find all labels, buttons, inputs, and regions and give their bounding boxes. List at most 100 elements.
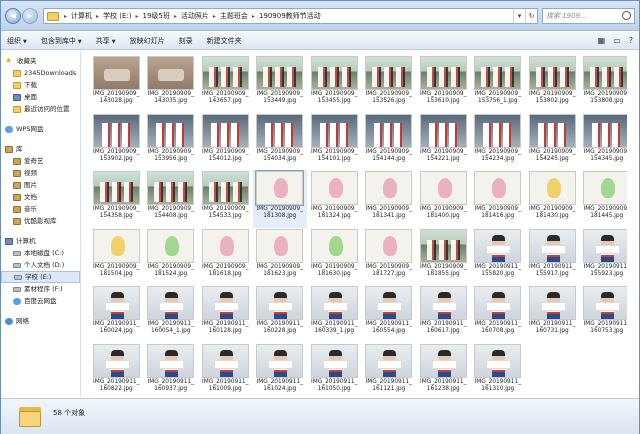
- file-item[interactable]: IMG_20190911_ 155820.jpg: [471, 228, 526, 286]
- chevron-right-icon[interactable]: ▸: [94, 13, 101, 20]
- chevron-right-icon[interactable]: ▸: [211, 13, 218, 20]
- file-item[interactable]: IMG_20190909_ 181400.jpg: [416, 170, 471, 228]
- file-item[interactable]: IMG_20190909_ 143028.jpg: [89, 55, 144, 113]
- file-item[interactable]: IMG_20190909_ 153610.jpg: [416, 55, 471, 113]
- file-item[interactable]: IMG_20190909_ 154034.jpg: [253, 113, 308, 171]
- sidebar-item-drive-f[interactable]: 素材程序 (F:): [1, 283, 80, 295]
- burn-button[interactable]: 刻录: [179, 36, 193, 46]
- file-item[interactable]: IMG_20190911_ 160937.jpg: [144, 343, 199, 398]
- chevron-right-icon[interactable]: ▸: [250, 13, 257, 20]
- file-item[interactable]: IMG_20190911_ 160339_1.jpg: [307, 285, 362, 343]
- file-item[interactable]: IMG_20190911_ 160054_1.jpg: [144, 285, 199, 343]
- file-item[interactable]: IMG_20190909_ 181324.jpg: [307, 170, 362, 228]
- file-item[interactable]: IMG_20190909_ 181445.jpg: [580, 170, 627, 228]
- breadcrumb-current-folder[interactable]: 190909教师节活动: [257, 11, 323, 21]
- file-item[interactable]: IMG_20190909_ 154533.jpg: [198, 170, 253, 228]
- file-item[interactable]: IMG_20190909_ 181618.jpg: [198, 228, 253, 286]
- refresh-icon[interactable]: ↻: [525, 9, 537, 23]
- file-list-area[interactable]: IMG_20190909_ 143028.jpg IMG_20190909_ 1430…: [83, 51, 627, 397]
- file-item[interactable]: IMG_20190909_ 153449.jpg: [253, 55, 308, 113]
- file-item[interactable]: IMG_20190909_ 181430.jpg: [525, 170, 580, 228]
- sidebar-wps-cloud[interactable]: WPS网盘: [1, 123, 80, 135]
- file-item[interactable]: IMG_20190909_ 153802.jpg: [525, 55, 580, 113]
- address-dropdown-icon[interactable]: ▾: [513, 9, 525, 23]
- file-item[interactable]: IMG_20190911_ 160708.jpg: [471, 285, 526, 343]
- file-item[interactable]: IMG_20190911_ 160228.jpg: [253, 285, 308, 343]
- file-item[interactable]: IMG_20190909_ 181416.jpg: [471, 170, 526, 228]
- file-item[interactable]: IMG_20190909_ 154408.jpg: [144, 170, 199, 228]
- file-item[interactable]: IMG_20190909_ 181524.jpg: [144, 228, 199, 286]
- file-item[interactable]: IMG_20190911_ 160753.jpg: [580, 285, 627, 343]
- breadcrumb-class[interactable]: 19级5班: [141, 11, 172, 21]
- file-item[interactable]: IMG_20190909_ 154144.jpg: [362, 113, 417, 171]
- search-input[interactable]: 搜索 1909...: [542, 8, 635, 24]
- file-item[interactable]: IMG_20190909_ 153756_1.jpg: [471, 55, 526, 113]
- organize-button[interactable]: 组织 ▼: [7, 36, 27, 46]
- file-item[interactable]: IMG_20190909_ 154358.jpg: [89, 170, 144, 228]
- sidebar-libraries[interactable]: 库: [1, 143, 80, 155]
- file-item[interactable]: IMG_20190911_ 155923.jpg: [580, 228, 627, 286]
- view-options-icon[interactable]: ▦: [598, 36, 606, 45]
- sidebar-item-videos[interactable]: 视频: [1, 167, 80, 179]
- preview-pane-icon[interactable]: ▭: [613, 36, 621, 45]
- breadcrumb-drive-e[interactable]: 学校 (E:): [101, 11, 133, 21]
- breadcrumb-computer[interactable]: 计算机: [69, 11, 94, 21]
- breadcrumb-photos[interactable]: 活动照片: [179, 11, 211, 21]
- file-item[interactable]: IMG_20190909_ 154234.jpg: [471, 113, 526, 171]
- sidebar-item-drive-d[interactable]: 个人文档 (D:): [1, 259, 80, 271]
- forward-button[interactable]: ▶: [22, 8, 38, 24]
- file-item[interactable]: IMG_20190911_ 161310.jpg: [471, 343, 526, 398]
- sidebar-network[interactable]: 网络: [1, 315, 80, 327]
- file-item[interactable]: IMG_20190909_ 143657.jpg: [198, 55, 253, 113]
- file-item[interactable]: IMG_20190909_ 153956.jpg: [144, 113, 199, 171]
- share-button[interactable]: 共享 ▼: [96, 36, 116, 46]
- file-item[interactable]: IMG_20190911_ 160617.jpg: [416, 285, 471, 343]
- file-item[interactable]: IMG_20190909_ 154245.jpg: [525, 113, 580, 171]
- include-in-library-button[interactable]: 包含到库中 ▼: [41, 36, 82, 46]
- file-item[interactable]: IMG_20190909_ 154101.jpg: [307, 113, 362, 171]
- breadcrumb-class-meeting[interactable]: 主题班会: [218, 11, 250, 21]
- file-item[interactable]: IMG_20190909_ 181341.jpg: [362, 170, 417, 228]
- file-item[interactable]: IMG_20190911_ 160554.jpg: [362, 285, 417, 343]
- sidebar-item-drive-c[interactable]: 本地磁盘 (C:): [1, 247, 80, 259]
- sidebar-item-downloads[interactable]: 下载: [1, 79, 80, 91]
- sidebar-item-iqiyi[interactable]: 爱奇艺: [1, 155, 80, 167]
- file-item[interactable]: IMG_20190909_ 154221.jpg: [416, 113, 471, 171]
- sidebar-item-youku[interactable]: 优酷影视库: [1, 215, 80, 227]
- sidebar-item-baidu-cloud[interactable]: 百度云网盘: [1, 295, 80, 307]
- file-item[interactable]: IMG_20190909_ 154345.jpg: [580, 113, 627, 171]
- file-item[interactable]: IMG_20190909_ 153808.jpg: [580, 55, 627, 113]
- file-item[interactable]: IMG_20190911_ 161050.jpg: [307, 343, 362, 398]
- sidebar-item-music[interactable]: 音乐: [1, 203, 80, 215]
- sidebar-favorites[interactable]: ★ 收藏夹: [1, 55, 80, 67]
- file-item[interactable]: IMG_20190911_ 161024.jpg: [253, 343, 308, 398]
- file-item[interactable]: IMG_20190909_ 181504.jpg: [89, 228, 144, 286]
- file-item[interactable]: IMG_20190911_ 160822.jpg: [89, 343, 144, 398]
- sidebar-item-recent-places[interactable]: 最近访问的位置: [1, 103, 80, 115]
- file-item[interactable]: IMG_20190909_ 181308.jpg: [252, 170, 307, 228]
- file-item[interactable]: IMG_20190911_ 161238.jpg: [416, 343, 471, 398]
- sidebar-item-2345downloads[interactable]: 2345Downloads: [1, 67, 80, 79]
- sidebar-computer[interactable]: 计算机: [1, 235, 80, 247]
- file-item[interactable]: IMG_20190909_ 154012.jpg: [198, 113, 253, 171]
- file-item[interactable]: IMG_20190911_ 160024.jpg: [89, 285, 144, 343]
- file-item[interactable]: IMG_20190909_ 143035.jpg: [144, 55, 199, 113]
- new-folder-button[interactable]: 新建文件夹: [207, 36, 242, 46]
- file-item[interactable]: IMG_20190909_ 181630.jpg: [307, 228, 362, 286]
- search-icon[interactable]: [622, 11, 631, 20]
- file-item[interactable]: IMG_20190911_ 161121.jpg: [362, 343, 417, 398]
- slideshow-button[interactable]: 放映幻灯片: [130, 36, 165, 46]
- back-button[interactable]: ◀: [5, 8, 21, 24]
- chevron-right-icon[interactable]: ▸: [134, 13, 141, 20]
- sidebar-item-pictures[interactable]: 图片: [1, 179, 80, 191]
- sidebar-item-drive-e[interactable]: 学校 (E:): [1, 271, 80, 283]
- file-item[interactable]: IMG_20190911_ 160128.jpg: [198, 285, 253, 343]
- chevron-right-icon[interactable]: ▸: [172, 13, 179, 20]
- sidebar-item-documents[interactable]: 文档: [1, 191, 80, 203]
- file-item[interactable]: IMG_20190909_ 153455.jpg: [307, 55, 362, 113]
- file-item[interactable]: IMG_20190909_ 181623.jpg: [253, 228, 308, 286]
- file-item[interactable]: IMG_20190909_ 153526.jpg: [362, 55, 417, 113]
- file-item[interactable]: IMG_20190909_ 181727.jpg: [362, 228, 417, 286]
- file-item[interactable]: IMG_20190909_ 153902.jpg: [89, 113, 144, 171]
- file-item[interactable]: IMG_20190909_ 181855.jpg: [416, 228, 471, 286]
